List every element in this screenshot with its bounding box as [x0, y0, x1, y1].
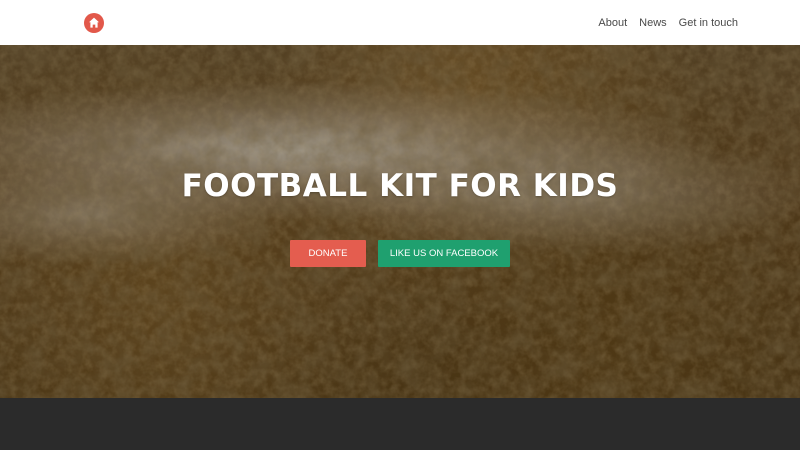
hero-section: FOOTBALL KIT FOR KIDS DONATE LIKE US ON … [0, 45, 800, 398]
home-icon [84, 13, 104, 33]
hero-overlay [0, 45, 800, 398]
nav-link-get-in-touch[interactable]: Get in touch [679, 17, 738, 29]
dark-content-band [0, 398, 800, 450]
nav-links: About News Get in touch [598, 0, 738, 45]
donate-button[interactable]: DONATE [290, 240, 366, 267]
like-us-on-facebook-button[interactable]: LIKE US ON FACEBOOK [378, 240, 510, 267]
hero-title: FOOTBALL KIT FOR KIDS [181, 168, 619, 204]
nav-link-about[interactable]: About [598, 17, 627, 29]
nav-link-news[interactable]: News [639, 17, 667, 29]
top-navbar: About News Get in touch [0, 0, 800, 45]
home-logo-button[interactable] [84, 13, 104, 33]
